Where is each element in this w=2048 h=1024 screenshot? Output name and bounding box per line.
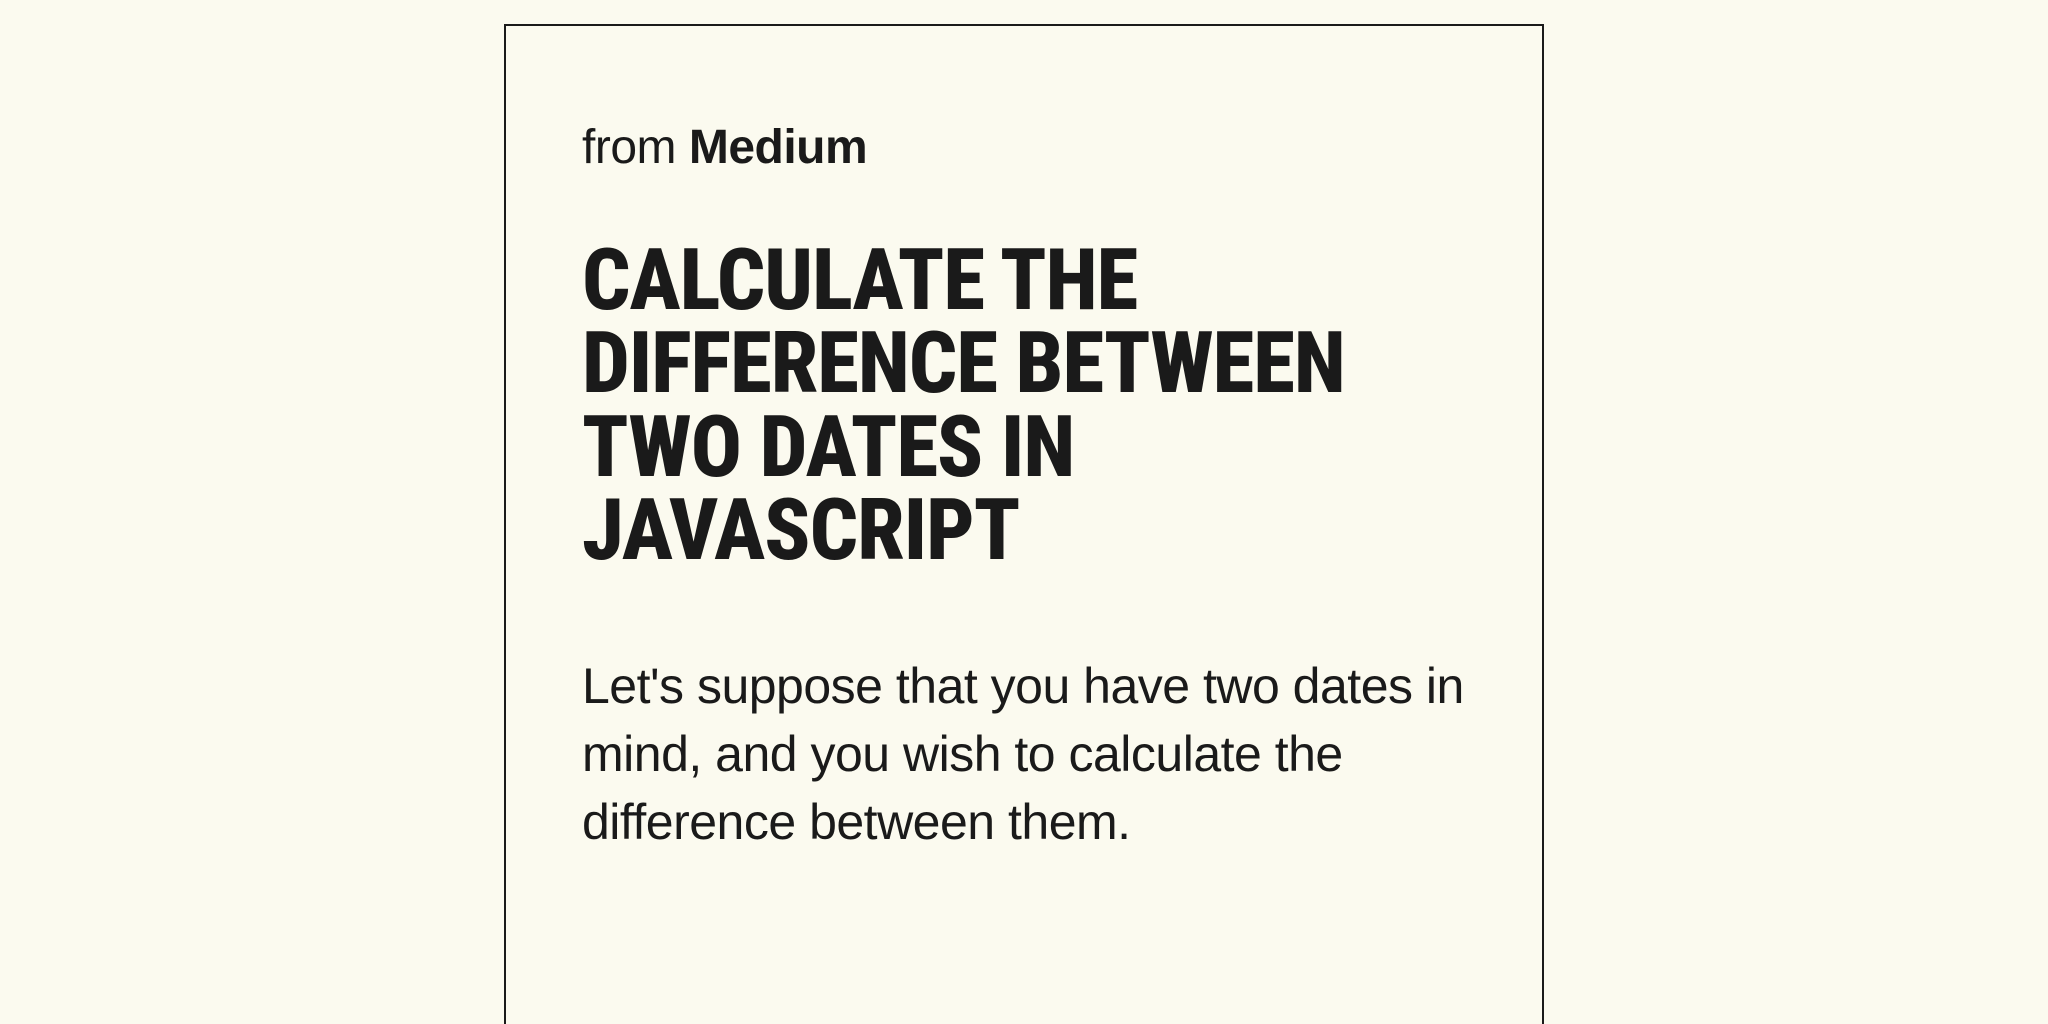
- article-source: from Medium: [582, 120, 1466, 175]
- source-prefix: from: [582, 121, 689, 174]
- source-publisher: Medium: [689, 121, 867, 174]
- article-body: Let's suppose that you have two dates in…: [582, 652, 1466, 856]
- article-title: CALCULATE THE DIFFERENCE BETWEEN TWO DAT…: [582, 239, 1466, 572]
- article-card: from Medium CALCULATE THE DIFFERENCE BET…: [504, 24, 1544, 1024]
